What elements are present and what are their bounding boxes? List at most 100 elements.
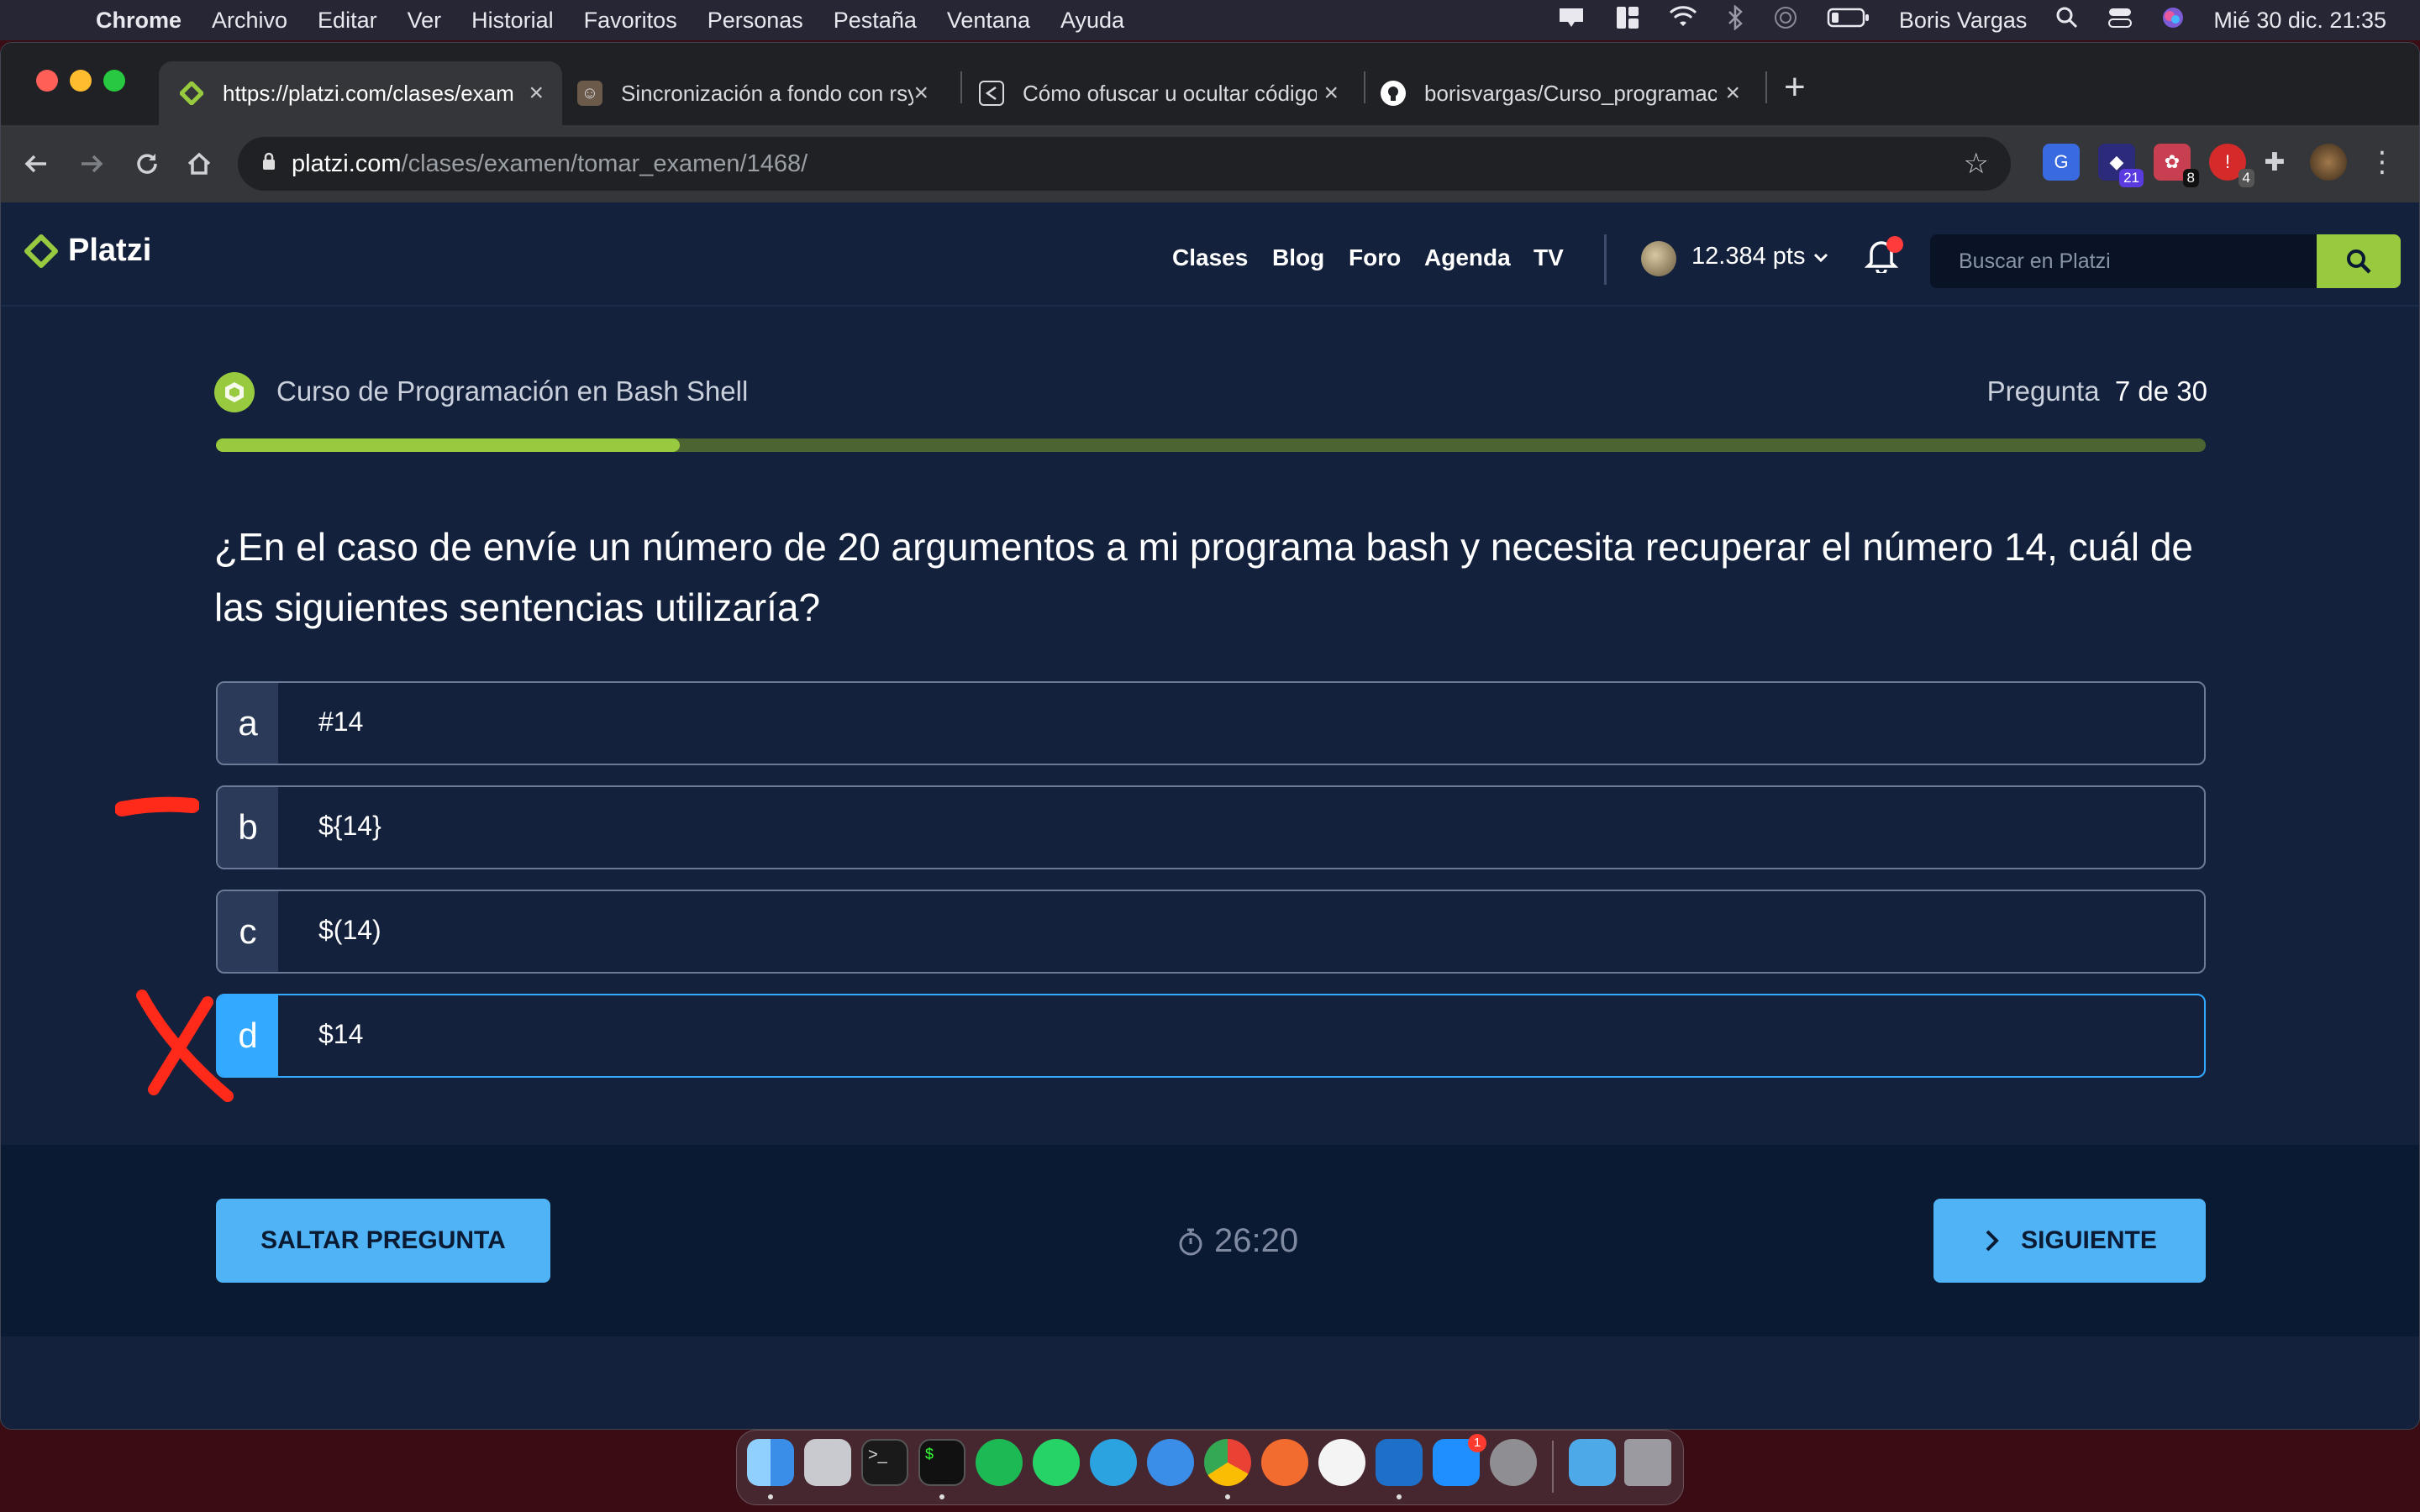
tab-github[interactable]: borisvargas/Curso_programaci × bbox=[1381, 61, 1759, 125]
exam-footer: SALTAR PREGUNTA 26:20 SIGUIENTE bbox=[1, 1145, 2419, 1336]
layout-icon[interactable] bbox=[1615, 5, 1640, 36]
notification-icon[interactable] bbox=[1556, 5, 1586, 36]
bluetooth-icon[interactable] bbox=[1726, 3, 1744, 36]
close-tab-icon[interactable]: × bbox=[1725, 79, 1740, 108]
dock-separator bbox=[1552, 1441, 1554, 1493]
back-icon[interactable] bbox=[13, 140, 60, 187]
github-icon bbox=[1381, 81, 1406, 106]
user-avatar[interactable] bbox=[1641, 241, 1676, 276]
menu-editar[interactable]: Editar bbox=[318, 8, 377, 34]
question-counter: Pregunta 7 de 30 bbox=[1987, 375, 2207, 407]
extensions-puzzle-icon[interactable]: ✚ bbox=[2256, 144, 2293, 181]
control-center-icon[interactable] bbox=[2107, 6, 2133, 35]
points-dropdown[interactable]: 12.384 pts bbox=[1691, 243, 1829, 270]
menu-personas[interactable]: Personas bbox=[708, 8, 803, 34]
ia-writer-icon[interactable] bbox=[1318, 1439, 1365, 1486]
page-background bbox=[1, 1336, 2419, 1429]
translate-extension-icon[interactable]: G bbox=[2043, 144, 2080, 181]
finder-icon[interactable] bbox=[747, 1439, 794, 1486]
bookmark-star-icon[interactable]: ☆ bbox=[1964, 147, 1989, 181]
wifi-icon[interactable] bbox=[1669, 5, 1697, 35]
trash-icon[interactable] bbox=[1624, 1439, 1671, 1486]
menu-ventana[interactable]: Ventana bbox=[947, 8, 1030, 34]
address-bar[interactable]: platzi.com/clases/examen/tomar_examen/14… bbox=[238, 137, 2011, 191]
option-b[interactable]: b ${14} bbox=[216, 785, 2206, 869]
option-a[interactable]: a #14 bbox=[216, 681, 2206, 765]
next-button[interactable]: SIGUIENTE bbox=[1933, 1199, 2206, 1283]
search-icon bbox=[2347, 249, 2371, 274]
menu-app-name[interactable]: Chrome bbox=[96, 8, 182, 34]
brand-name: Platzi bbox=[68, 233, 152, 268]
menu-historial[interactable]: Historial bbox=[471, 8, 554, 34]
platzi-logo[interactable]: Platzi bbox=[24, 233, 151, 269]
menu-archivo[interactable]: Archivo bbox=[212, 8, 287, 34]
close-tab-icon[interactable]: × bbox=[1323, 79, 1339, 108]
forward-icon[interactable] bbox=[68, 140, 115, 187]
close-tab-icon[interactable]: × bbox=[529, 79, 544, 108]
notification-dot bbox=[1886, 236, 1903, 253]
menu-ver[interactable]: Ver bbox=[408, 8, 442, 34]
lock-icon[interactable] bbox=[261, 151, 276, 177]
downloads-folder-icon[interactable] bbox=[1569, 1439, 1616, 1486]
option-c[interactable]: c $(14) bbox=[216, 890, 2206, 974]
profile-avatar[interactable] bbox=[2310, 144, 2347, 181]
share-icon bbox=[979, 81, 1004, 106]
extension-purple-icon[interactable]: ◆ 21 bbox=[2098, 144, 2144, 187]
system-preferences-icon[interactable] bbox=[1490, 1439, 1537, 1486]
close-tab-icon[interactable]: × bbox=[913, 79, 929, 108]
home-icon[interactable] bbox=[176, 140, 223, 187]
vscode-icon[interactable] bbox=[1376, 1439, 1423, 1486]
option-d[interactable]: d $14 bbox=[216, 994, 2206, 1078]
whatsapp-icon[interactable] bbox=[1033, 1439, 1080, 1486]
menubar-datetime[interactable]: Mié 30 dic. 21:35 bbox=[2213, 8, 2386, 34]
search-button[interactable] bbox=[2317, 234, 2401, 288]
menubar-username[interactable]: Boris Vargas bbox=[1899, 8, 2028, 34]
timer: 26:20 bbox=[1177, 1222, 1298, 1260]
question-text: ¿En el caso de envíe un número de 20 arg… bbox=[214, 525, 2194, 629]
safari-icon[interactable] bbox=[1147, 1439, 1194, 1486]
zoom-window-button[interactable] bbox=[103, 70, 125, 92]
nav-clases[interactable]: Clases bbox=[1172, 244, 1248, 271]
tab-platzi-exam[interactable]: https://platzi.com/clases/exam × bbox=[159, 61, 562, 125]
launchpad-icon[interactable] bbox=[804, 1439, 851, 1486]
red-dash-annotation bbox=[115, 796, 199, 816]
postman-icon[interactable] bbox=[1261, 1439, 1308, 1486]
tab-title: borisvargas/Curso_programaci bbox=[1424, 80, 1717, 106]
spotlight-icon[interactable] bbox=[2055, 6, 2079, 35]
chevron-right-icon bbox=[1986, 1230, 1999, 1252]
option-text: $(14) bbox=[318, 915, 381, 945]
running-indicator bbox=[768, 1494, 773, 1499]
tab-ofuscar[interactable]: Cómo ofuscar u ocultar código × bbox=[979, 61, 1357, 125]
battery-icon[interactable] bbox=[1827, 7, 1870, 34]
option-text: $14 bbox=[318, 1019, 364, 1049]
nav-blog[interactable]: Blog bbox=[1272, 244, 1324, 271]
menu-pestana[interactable]: Pestaña bbox=[834, 8, 917, 34]
iterm-icon[interactable]: $ bbox=[918, 1439, 965, 1486]
progress-fill bbox=[216, 438, 680, 452]
menu-favoritos[interactable]: Favoritos bbox=[584, 8, 677, 34]
tab-rsync[interactable]: ☺ Sincronización a fondo con rsy × bbox=[577, 61, 947, 125]
telegram-icon[interactable] bbox=[1090, 1439, 1137, 1486]
chrome-menu-icon[interactable]: ⋮ bbox=[2364, 144, 2401, 181]
macos-menubar: Chrome Archivo Editar Ver Historial Favo… bbox=[0, 0, 2420, 40]
new-tab-button[interactable]: + bbox=[1784, 66, 1806, 108]
nav-foro[interactable]: Foro bbox=[1349, 244, 1401, 271]
extension-shield-icon[interactable]: ! 4 bbox=[2209, 144, 2254, 187]
minimize-window-button[interactable] bbox=[70, 70, 92, 92]
skip-question-button[interactable]: SALTAR PREGUNTA bbox=[216, 1199, 550, 1283]
running-indicator bbox=[1397, 1494, 1402, 1499]
chrome-icon[interactable] bbox=[1204, 1439, 1251, 1486]
search-input[interactable]: Buscar en Platzi bbox=[1930, 234, 2317, 288]
nav-agenda[interactable]: Agenda bbox=[1424, 244, 1511, 271]
siri-icon[interactable] bbox=[2161, 6, 2185, 35]
spotify-icon[interactable] bbox=[976, 1439, 1023, 1486]
timer-value: 26:20 bbox=[1214, 1222, 1299, 1259]
menu-ayuda[interactable]: Ayuda bbox=[1060, 8, 1124, 34]
airdrop-icon[interactable] bbox=[1773, 5, 1798, 36]
nav-tv[interactable]: TV bbox=[1534, 244, 1564, 271]
close-window-button[interactable] bbox=[36, 70, 58, 92]
course-name: Curso de Programación en Bash Shell bbox=[276, 375, 749, 407]
reload-icon[interactable] bbox=[124, 140, 171, 187]
extension-red-icon[interactable]: ✿ 8 bbox=[2154, 144, 2199, 187]
terminal-icon[interactable]: >_ bbox=[861, 1439, 908, 1486]
